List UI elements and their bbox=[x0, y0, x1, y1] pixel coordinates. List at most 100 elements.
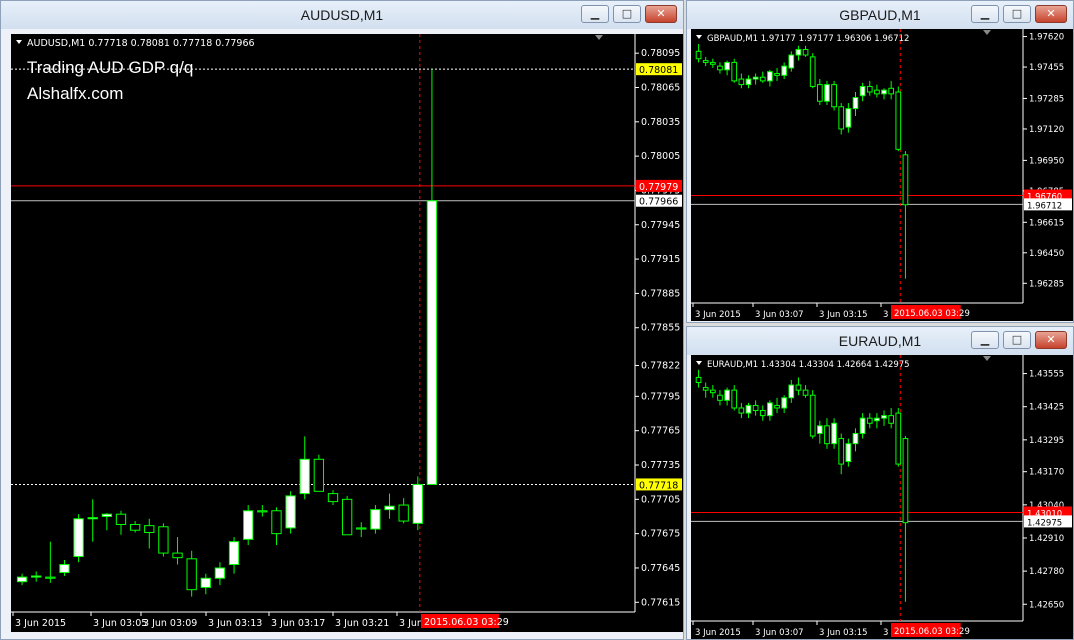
price-tick-label: 0.77822 bbox=[641, 360, 680, 371]
gbpaud-chart[interactable]: GBPAUD,M1 1.97177 1.97177 1.96306 1.9671… bbox=[691, 29, 1073, 321]
time-tick-label: 3 Jun 03:09 bbox=[143, 618, 197, 629]
time-tick-label: 3 bbox=[883, 310, 888, 320]
bull-candle bbox=[87, 517, 98, 520]
bear-candle bbox=[144, 525, 155, 533]
price-tick-label: 1.43425 bbox=[1029, 403, 1064, 413]
price-tick-label: 1.96615 bbox=[1029, 218, 1064, 228]
bear-candle bbox=[738, 78, 745, 86]
bull-candle bbox=[745, 404, 752, 414]
bear-candle bbox=[895, 91, 902, 150]
time-tick-label: 3 Jun 03:13 bbox=[208, 618, 262, 629]
time-tick-label: 3 Jun 2015 bbox=[15, 618, 66, 629]
audusd-chart[interactable]: AUDUSD,M1 0.77718 0.78081 0.77718 0.7796… bbox=[11, 34, 683, 632]
maximize-icon: □ bbox=[1011, 7, 1023, 20]
bear-candle bbox=[838, 438, 845, 465]
bull-candle bbox=[874, 417, 880, 422]
bear-candle bbox=[874, 89, 880, 95]
price-tick-label: 0.77855 bbox=[641, 323, 680, 334]
bull-candle bbox=[243, 510, 254, 540]
bear-candle bbox=[717, 65, 723, 71]
bull-candle bbox=[881, 415, 887, 419]
high-price-label: 0.78081 bbox=[639, 65, 678, 76]
bear-candle bbox=[895, 412, 902, 465]
gbpaud-titlebar[interactable]: GBPAUD,M1 ▁ □ ✕ bbox=[687, 1, 1073, 29]
audusd-window[interactable]: AUDUSD,M1 ▁ □ ✕ AUDUSD,M1 0.77718 0.7808… bbox=[0, 0, 684, 640]
chart-menu-icon bbox=[696, 361, 702, 365]
close-button[interactable]: ✕ bbox=[645, 5, 677, 23]
price-tick-label: 0.77615 bbox=[641, 597, 680, 608]
bull-candle bbox=[816, 425, 823, 434]
time-tick-label: 3 Jun 03:07 bbox=[755, 310, 804, 320]
bid-price-label: 1.96712 bbox=[1027, 201, 1062, 211]
symbol-info: EURAUD,M1 1.43304 1.43304 1.42664 1.4297… bbox=[707, 360, 910, 370]
bear-candle bbox=[702, 387, 709, 391]
bull-candle bbox=[228, 541, 240, 566]
bear-candle bbox=[802, 389, 809, 396]
bear-candle bbox=[702, 60, 709, 63]
bull-candle bbox=[724, 389, 730, 401]
chart-menu-icon bbox=[16, 40, 22, 44]
shift-marker-icon bbox=[595, 35, 603, 40]
bear-candle bbox=[731, 389, 738, 409]
maximize-button[interactable]: □ bbox=[1003, 5, 1031, 23]
bear-candle bbox=[271, 510, 282, 535]
bull-candle bbox=[412, 483, 423, 524]
euraud-titlebar[interactable]: EURAUD,M1 ▁ □ ✕ bbox=[687, 327, 1073, 355]
bull-candle bbox=[299, 458, 310, 495]
time-highlight-label: 2015.06.03 03:29 bbox=[894, 309, 970, 319]
bull-candle bbox=[788, 384, 795, 399]
price-tick-label: 0.78005 bbox=[641, 151, 680, 162]
price-tick-label: 0.77735 bbox=[641, 460, 680, 471]
low-price-label: 0.77718 bbox=[639, 480, 678, 491]
bear-candle bbox=[186, 558, 197, 591]
euraud-window[interactable]: EURAUD,M1 ▁ □ ✕ EURAUD,M1 1.43304 1.4330… bbox=[686, 326, 1074, 640]
bear-candle bbox=[888, 415, 895, 424]
minimize-button[interactable]: ▁ bbox=[971, 331, 999, 349]
price-tick-label: 1.97120 bbox=[1029, 125, 1064, 135]
maximize-button[interactable]: □ bbox=[1003, 331, 1031, 349]
bull-candle bbox=[200, 577, 211, 588]
minimize-button[interactable]: ▁ bbox=[581, 5, 609, 23]
minimize-button[interactable]: ▁ bbox=[971, 5, 999, 23]
bear-candle bbox=[738, 407, 745, 414]
close-icon: ✕ bbox=[1046, 7, 1056, 20]
candlestick-chart: AUDUSD,M1 0.77718 0.78081 0.77718 0.7796… bbox=[11, 34, 682, 629]
bull-candle bbox=[101, 513, 113, 517]
audusd-titlebar[interactable]: AUDUSD,M1 ▁ □ ✕ bbox=[1, 1, 683, 29]
bear-candle bbox=[45, 576, 56, 579]
price-tick-label: 1.96450 bbox=[1029, 249, 1064, 259]
bear-candle bbox=[356, 527, 367, 530]
time-tick-label: 3 Jun 2015 bbox=[695, 628, 741, 638]
time-tick-label: 3 Jun 03:15 bbox=[819, 310, 868, 320]
bull-candle bbox=[852, 97, 859, 110]
bear-candle bbox=[341, 498, 353, 536]
bear-candle bbox=[695, 376, 702, 383]
price-tick-label: 1.42650 bbox=[1029, 600, 1064, 610]
close-button[interactable]: ✕ bbox=[1035, 5, 1067, 23]
bull-candle bbox=[767, 71, 773, 82]
bull-candle bbox=[16, 576, 28, 583]
bear-candle bbox=[795, 384, 802, 391]
maximize-button[interactable]: □ bbox=[613, 5, 641, 23]
price-tick-label: 0.77645 bbox=[641, 563, 680, 574]
price-tick-label: 0.77675 bbox=[641, 529, 680, 540]
price-tick-label: 1.43170 bbox=[1029, 468, 1064, 478]
close-button[interactable]: ✕ bbox=[1035, 331, 1067, 349]
price-tick-label: 0.77945 bbox=[641, 220, 680, 231]
bear-candle bbox=[774, 404, 780, 409]
symbol-info: GBPAUD,M1 1.97177 1.97177 1.96306 1.9671… bbox=[707, 34, 909, 44]
bear-candle bbox=[709, 61, 716, 65]
bear-candle bbox=[866, 85, 873, 93]
price-tick-label: 0.77915 bbox=[641, 254, 680, 265]
bear-candle bbox=[802, 48, 809, 56]
bear-candle bbox=[257, 510, 268, 513]
bear-candle bbox=[759, 410, 766, 417]
bear-candle bbox=[888, 87, 895, 95]
bear-candle bbox=[327, 493, 339, 503]
gbpaud-window[interactable]: GBPAUD,M1 ▁ □ ✕ GBPAUD,M1 1.97177 1.9717… bbox=[686, 0, 1074, 323]
bear-candle bbox=[824, 425, 830, 445]
euraud-chart[interactable]: EURAUD,M1 1.43304 1.43304 1.42664 1.4297… bbox=[691, 355, 1073, 639]
candlestick-chart: GBPAUD,M1 1.97177 1.97177 1.96306 1.9671… bbox=[691, 29, 1072, 320]
maximize-icon: □ bbox=[1011, 333, 1023, 346]
bull-candle bbox=[845, 108, 852, 128]
